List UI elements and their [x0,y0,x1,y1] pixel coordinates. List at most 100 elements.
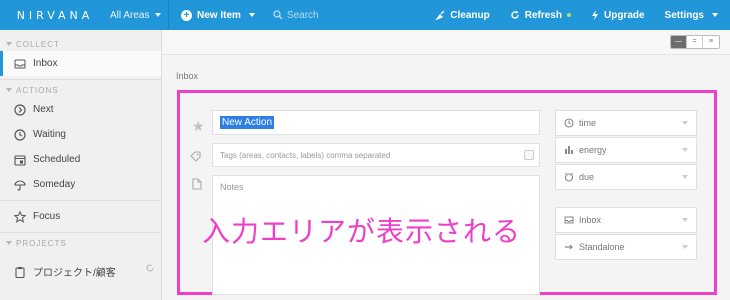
tag-icon [190,151,201,162]
calendar-icon [14,154,26,166]
settings-button[interactable]: Settings [665,10,718,21]
app-logo[interactable]: NIRVANA [0,9,110,22]
annotation-text: 入力エリアが表示される [202,215,522,248]
collapse-icon [6,88,12,92]
project-select[interactable]: Standalone [555,234,697,260]
energy-select[interactable]: energy [555,137,697,163]
chevron-down-icon [248,13,255,17]
star-icon[interactable]: ★ [192,118,205,135]
energy-label: energy [579,145,607,155]
collapse-icon [6,241,12,245]
time-label: time [579,118,597,128]
divider [0,232,161,233]
refresh-icon [511,10,519,19]
alarm-icon [564,172,574,182]
list-select[interactable]: Inbox [555,207,697,233]
actions-header[interactable]: ACTIONS [0,83,161,97]
bolt-icon [591,10,598,20]
clipboard-icon [15,266,25,278]
project-label: Standalone [579,242,625,252]
time-select[interactable]: time [555,110,697,136]
view-normal-button[interactable]: = [687,36,703,48]
sidebar-item-inbox[interactable]: Inbox [0,51,161,76]
refresh-button[interactable]: Refresh [510,10,571,21]
broom-icon [435,10,445,20]
umbrella-icon [14,180,26,191]
sidebar-item-someday[interactable]: Someday [0,172,161,197]
chevron-down-icon [682,245,688,249]
due-label: due [579,172,595,182]
areas-label: All Areas [110,9,150,21]
new-item-button[interactable]: + New Item [181,9,255,21]
projects-label: PROJECTS [16,238,67,248]
collect-label: COLLECT [16,39,60,49]
search-icon [273,10,283,20]
chevron-down-icon [682,175,688,179]
reorder-icon[interactable] [145,263,155,273]
chevron-down-icon [155,13,162,17]
top-bar: NIRVANA All Areas + New Item Search Clea… [0,0,730,30]
sidebar-item-label: Next [33,104,54,115]
chevron-down-icon [682,121,688,125]
due-select[interactable]: due [555,164,697,190]
notes-placeholder: Notes [220,182,244,192]
divider [168,0,169,30]
projects-header[interactable]: PROJECTS [0,236,161,250]
page-title: Inbox [176,71,199,81]
view-toolbar: — = ≡ [163,30,730,55]
plus-icon: + [181,9,192,21]
collect-header[interactable]: COLLECT [0,37,161,51]
sidebar-item-focus[interactable]: Focus [0,204,161,229]
arrow-right-icon [565,244,573,250]
divider [0,79,161,80]
bars-icon [565,146,573,154]
list-label: Inbox [579,215,602,225]
inbox-icon [564,216,574,224]
sidebar-item-label: プロジェクト/顧客 [33,268,116,279]
inbox-icon [14,59,26,68]
sidebar-item-next[interactable]: Next [0,97,161,122]
chevron-down-icon [712,13,718,17]
clock-icon [14,128,26,141]
search-input[interactable]: Search [273,10,319,21]
actions-label: ACTIONS [16,85,59,95]
top-right-menu: Cleanup Refresh Upgrade Settings [435,0,730,30]
collapse-icon [6,42,12,46]
main-content: — = ≡ Inbox ★ New Action Tags (areas, co… [163,30,730,300]
areas-dropdown[interactable]: All Areas [110,10,162,21]
view-compact-button[interactable]: — [671,36,687,48]
sidebar-item-project[interactable]: プロジェクト/顧客 [0,259,161,284]
search-placeholder: Search [286,9,319,21]
upgrade-button[interactable]: Upgrade [591,10,645,21]
sidebar-item-label: Inbox [33,58,58,69]
clock-icon [564,118,574,128]
status-dot [566,13,571,17]
sidebar-item-label: Scheduled [33,154,81,165]
sidebar-item-waiting[interactable]: Waiting [0,122,161,147]
new-action-panel: ★ New Action Tags (areas, contacts, labe… [177,90,717,295]
refresh-label: Refresh [524,9,562,21]
settings-label: Settings [664,9,704,21]
tags-dropdown-icon[interactable] [524,150,534,160]
chevron-down-icon [682,218,688,222]
sidebar-item-scheduled[interactable]: Scheduled [0,147,161,172]
star-icon [14,210,26,223]
view-expanded-button[interactable]: ≡ [703,36,719,48]
action-title-value: New Action [220,116,275,129]
tags-field[interactable]: Tags (areas, contacts, labels) comma sep… [212,143,540,167]
tags-placeholder: Tags (areas, contacts, labels) comma sep… [220,151,391,160]
sidebar-item-label: Someday [33,179,76,190]
sidebar-item-label: Waiting [33,129,66,140]
note-icon [192,178,202,190]
cleanup-label: Cleanup [450,9,490,21]
new-item-label: New Item [197,9,241,21]
cleanup-button[interactable]: Cleanup [435,9,490,21]
action-title-field[interactable]: New Action [212,110,540,135]
view-toggle: — = ≡ [670,35,720,49]
arrow-circle-icon [14,103,26,116]
divider [0,200,161,201]
sidebar: COLLECT Inbox ACTIONS Next Waiting Sched… [0,30,162,300]
upgrade-label: Upgrade [603,9,645,21]
sidebar-item-label: Focus [33,211,61,222]
chevron-down-icon [682,148,688,152]
